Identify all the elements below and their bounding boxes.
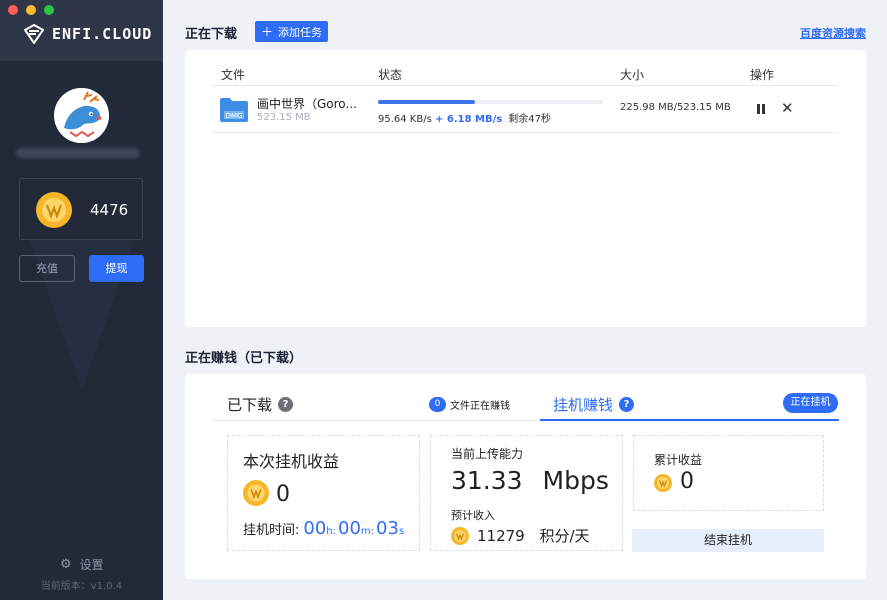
header-divider bbox=[212, 85, 838, 86]
pause-icon[interactable] bbox=[757, 104, 765, 114]
settings-label: 设置 bbox=[79, 558, 104, 572]
brand-name: ENFI.CLOUD bbox=[52, 25, 153, 43]
coin-balance: 4476 bbox=[90, 201, 129, 219]
speed-boost: + 6.18 MB/s bbox=[435, 114, 503, 125]
withdraw-button[interactable]: 提现 bbox=[89, 255, 144, 282]
cumulative-earnings-panel: 累计收益 0 bbox=[633, 435, 824, 511]
download-progress-fill bbox=[378, 100, 475, 104]
mining-minutes-unit: m: bbox=[360, 526, 375, 537]
estimated-income: 11279 积分/天 bbox=[477, 525, 590, 546]
dmg-file-icon: DMG bbox=[220, 98, 248, 122]
deer-avatar-icon bbox=[54, 88, 109, 143]
add-task-button[interactable]: ＋ 添加任务 bbox=[255, 21, 328, 42]
active-tab-underline bbox=[540, 419, 839, 421]
coin-icon bbox=[36, 192, 72, 228]
column-header-size: 大小 bbox=[620, 68, 645, 82]
app-logo: ENFI.CLOUD bbox=[24, 24, 152, 44]
add-task-label: 添加任务 bbox=[278, 25, 322, 39]
gear-icon: ⚙ bbox=[60, 557, 72, 572]
upload-speed: 31.33 bbox=[451, 466, 523, 495]
cumulative-earnings-value: 0 bbox=[680, 469, 694, 494]
download-status: 95.64 KB/s + 6.18 MB/s 剩余47秒 bbox=[378, 110, 551, 125]
coin-icon bbox=[451, 527, 469, 545]
cumulative-earnings-label: 累计收益 bbox=[654, 453, 703, 467]
column-header-actions: 操作 bbox=[750, 68, 775, 82]
sidebar: ENFI.CLOUD 4476 充值 提现 ⚙ 设置 当前版本：v1.0.4 bbox=[0, 0, 163, 600]
downloading-title: 正在下载 bbox=[185, 27, 238, 42]
row-divider bbox=[212, 132, 838, 133]
window-close-button[interactable] bbox=[8, 5, 18, 15]
speed-normal: 95.64 KB/s bbox=[378, 114, 432, 125]
enfi-logo-icon bbox=[24, 24, 44, 44]
estimated-income-unit: 积分/天 bbox=[539, 527, 590, 545]
window-minimize-button[interactable] bbox=[26, 5, 36, 15]
download-progress-bar bbox=[378, 100, 603, 104]
upload-capacity-value: 31.33 Mbps bbox=[451, 466, 609, 495]
estimated-income-label: 预计收入 bbox=[451, 509, 495, 522]
column-header-file: 文件 bbox=[221, 68, 246, 82]
tab-mining-label: 挂机赚钱 bbox=[553, 396, 614, 414]
recharge-button[interactable]: 充值 bbox=[19, 255, 75, 282]
plus-icon: ＋ bbox=[260, 25, 273, 39]
earning-file-count: 0 文件正在赚钱 bbox=[429, 397, 510, 412]
size-progress: 225.98 MB/523.15 MB bbox=[620, 102, 731, 113]
mining-status-badge: 正在挂机 bbox=[783, 393, 838, 413]
time-remaining: 剩余47秒 bbox=[508, 114, 551, 125]
mining-minutes: 00 bbox=[338, 518, 361, 539]
tab-downloaded[interactable]: 已下载 ? bbox=[227, 394, 294, 415]
help-icon[interactable]: ? bbox=[278, 397, 294, 412]
column-header-status: 状态 bbox=[378, 68, 403, 82]
version-text: 当前版本：v1.0.4 bbox=[40, 581, 123, 592]
estimated-income-value: 11279 bbox=[477, 527, 525, 545]
upload-capacity-label: 当前上传能力 bbox=[451, 447, 524, 461]
session-earnings-value: 0 bbox=[276, 482, 290, 507]
mining-time-label: 挂机时间: bbox=[243, 523, 300, 538]
earning-title: 正在赚钱（已下载） bbox=[185, 351, 303, 366]
earning-count-badge: 0 bbox=[429, 397, 446, 412]
earning-card: 已下载 ? 0 文件正在赚钱 挂机赚钱 ? 正在挂机 本次挂机收益 0 挂机时间… bbox=[185, 374, 866, 579]
mining-hours-unit: h: bbox=[326, 526, 337, 537]
file-total-size: 523.15 MB bbox=[257, 112, 311, 123]
mining-hours: 00 bbox=[303, 518, 327, 539]
mining-time: 挂机时间: 00 h: 00 m: 03 s bbox=[243, 518, 406, 539]
file-name: 画中世界（Goro... bbox=[257, 97, 357, 111]
tab-divider bbox=[212, 420, 540, 421]
baidu-search-link[interactable]: 百度资源搜索 bbox=[800, 25, 866, 41]
upload-speed-unit: Mbps bbox=[542, 466, 609, 495]
download-list-card: 文件 状态 大小 操作 DMG 画中世界（Goro... 523.15 MB 9… bbox=[185, 50, 866, 327]
earning-count-label: 文件正在赚钱 bbox=[450, 401, 510, 412]
username-redacted bbox=[16, 148, 140, 158]
session-earnings-label: 本次挂机收益 bbox=[243, 452, 340, 471]
coin-icon bbox=[654, 474, 672, 492]
file-type-label: DMG bbox=[226, 112, 243, 120]
coin-balance-panel: 4476 bbox=[19, 178, 143, 240]
tab-mining[interactable]: 挂机赚钱 ? bbox=[553, 394, 635, 415]
help-icon[interactable]: ? bbox=[619, 397, 635, 412]
coin-icon bbox=[243, 480, 269, 506]
mining-seconds-unit: s bbox=[398, 526, 405, 537]
session-earnings-panel: 本次挂机收益 0 挂机时间: 00 h: 00 m: 03 s bbox=[227, 435, 420, 551]
cancel-download-icon[interactable]: ✕ bbox=[781, 99, 794, 117]
avatar[interactable] bbox=[54, 88, 109, 143]
tab-downloaded-label: 已下载 bbox=[227, 396, 273, 414]
mining-seconds: 03 bbox=[376, 518, 399, 539]
window-zoom-button[interactable] bbox=[44, 5, 54, 15]
end-mining-button[interactable]: 结束挂机 bbox=[632, 529, 824, 552]
upload-capacity-panel: 当前上传能力 31.33 Mbps 预计收入 11279 积分/天 bbox=[430, 435, 623, 551]
settings-link[interactable]: ⚙ 设置 bbox=[60, 556, 104, 573]
